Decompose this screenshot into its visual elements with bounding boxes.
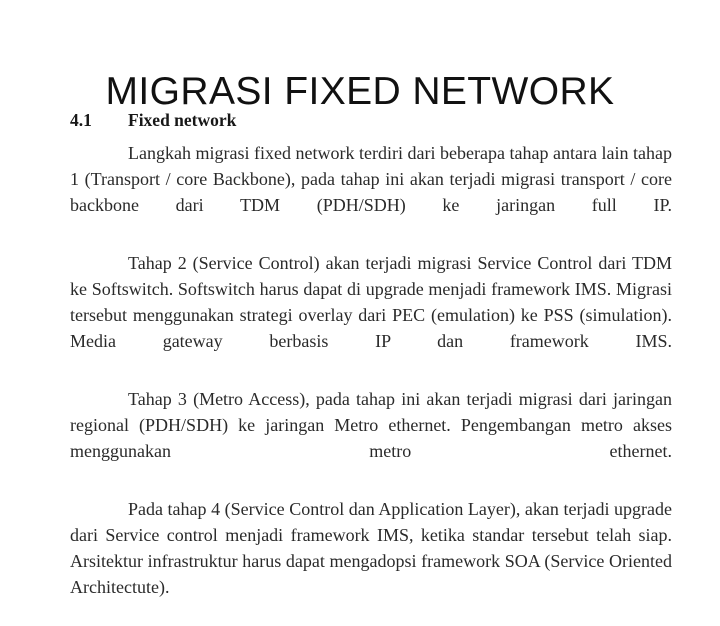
slide-canvas: MIGRASI FIXED NETWORK 4.1 Fixed network L… [0, 0, 720, 597]
section-heading: 4.1 Fixed network [70, 108, 672, 132]
paragraph-tahap-4: Pada tahap 4 (Service Control dan Applic… [70, 499, 672, 597]
slide-body: 4.1 Fixed network Langkah migrasi fixed n… [70, 108, 672, 626]
paragraph-tahap-2: Tahap 2 (Service Control) akan terjadi m… [70, 253, 672, 351]
paragraph-tahap-1: Langkah migrasi fixed network terdiri da… [70, 143, 672, 215]
section-number: 4.1 [70, 110, 92, 130]
paragraph-tahap-3: Tahap 3 (Metro Access), pada tahap ini a… [70, 389, 672, 461]
section-heading-label: Fixed network [128, 110, 237, 130]
